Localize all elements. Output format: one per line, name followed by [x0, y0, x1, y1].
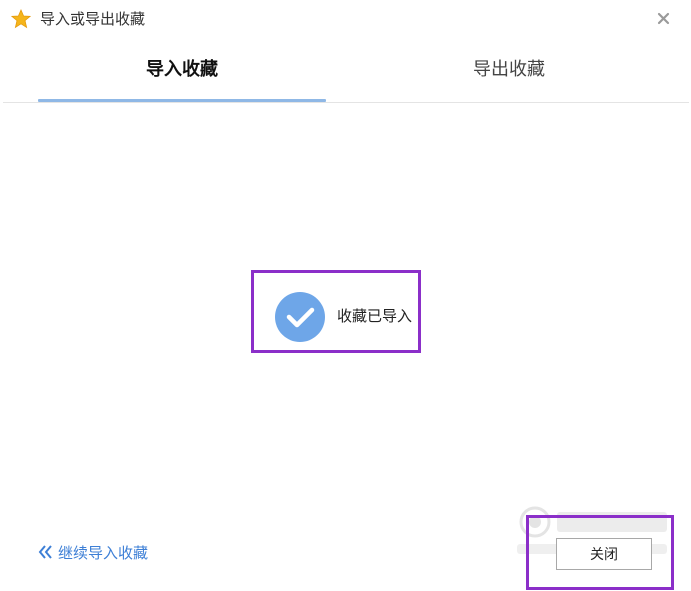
tab-bar: 导入收藏 导出收藏 [0, 58, 691, 104]
tab-import-favorites[interactable]: 导入收藏 [38, 58, 326, 102]
status-message: 收藏已导入 [337, 307, 413, 325]
double-chevron-left-icon [38, 545, 54, 559]
check-circle-icon [275, 292, 325, 342]
active-tab-indicator [38, 99, 326, 102]
tab-export-favorites[interactable]: 导出收藏 [365, 58, 653, 102]
close-button[interactable]: 关闭 [556, 538, 652, 570]
import-export-favorites-dialog: 导入或导出收藏 导入收藏 导出收藏 收藏已导入 继续导入收藏 关闭 [0, 0, 691, 591]
dialog-title: 导入或导出收藏 [40, 10, 146, 28]
close-icon[interactable] [655, 9, 673, 27]
tab-divider [3, 102, 689, 103]
continue-import-link[interactable]: 继续导入收藏 [38, 541, 148, 563]
star-icon [10, 8, 32, 29]
continue-import-label: 继续导入收藏 [58, 543, 149, 562]
dialog-titlebar: 导入或导出收藏 [0, 0, 691, 40]
